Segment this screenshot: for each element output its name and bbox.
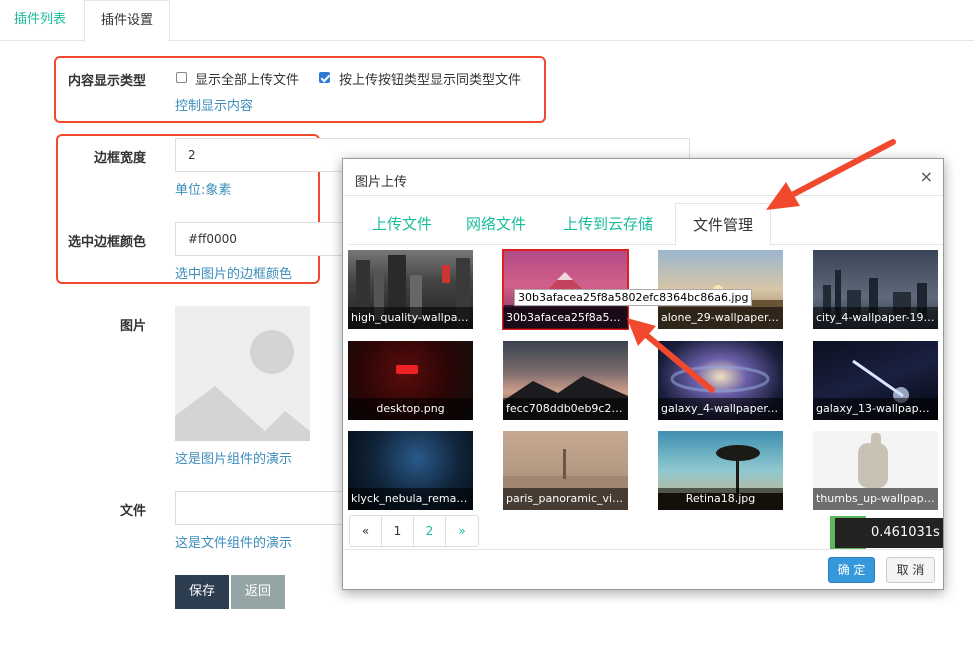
file-thumbnail[interactable]: klyck_nebula_remastered.jpg [348, 431, 473, 510]
border-color-help: 选中图片的边框颜色 [175, 267, 293, 282]
file-name: alone_29-wallpaper-1920x1080.jpg [658, 307, 783, 329]
file-name: Retina18.jpg [658, 488, 783, 510]
close-icon[interactable]: × [920, 167, 933, 186]
file-thumbnail[interactable]: galaxy_13-wallpaper-1920x1080.jpg [813, 341, 938, 420]
file-name-tooltip: 30b3afacea25f8a5802efc8364bc86a6.jpg [514, 289, 753, 306]
back-button[interactable]: 返回 [231, 575, 285, 609]
pagination-page-1[interactable]: 1 [382, 516, 414, 546]
content-type-help: 控制显示内容 [175, 99, 254, 114]
file-name: galaxy_4-wallpaper-1920x1080.jpg [658, 398, 783, 420]
pagination-next[interactable]: » [446, 516, 478, 546]
pagination: « 1 2 » [349, 515, 479, 547]
pagination-prev[interactable]: « [350, 516, 382, 546]
file-thumbnail[interactable]: paris_panoramic_view.jpg [503, 431, 628, 510]
page-trace-timing[interactable]: 0.461031s [835, 518, 943, 548]
image-placeholder-icon [175, 330, 310, 441]
border-color-label: 选中边框颜色 [67, 235, 146, 250]
tab-file-manager[interactable]: 文件管理 [675, 203, 771, 246]
file-name: desktop.png [348, 398, 473, 420]
file-thumbnail[interactable]: fecc708ddb0eb9c2.jpg [503, 341, 628, 420]
tab-cloud-upload[interactable]: 上传到云存储 [555, 203, 661, 245]
tab-plugin-settings[interactable]: 插件设置 [84, 0, 170, 42]
content-type-label: 内容显示类型 [67, 74, 146, 89]
image-placeholder[interactable] [175, 306, 310, 441]
file-name: high_quality-wallpaper [348, 307, 473, 329]
modal-title: 图片上传 [355, 175, 408, 190]
modal-footer-divider [343, 549, 943, 550]
annotation-box-content-type [54, 56, 546, 123]
same-type-checkbox[interactable] [319, 72, 330, 83]
file-name: city_4-wallpaper-1920x1080.jpg [813, 307, 938, 329]
tab-plugin-list[interactable]: 插件列表 [0, 0, 80, 41]
file-name: klyck_nebula_remastered.jpg [348, 488, 473, 510]
tab-upload-file[interactable]: 上传文件 [357, 203, 447, 245]
image-help: 这是图片组件的演示 [175, 452, 293, 467]
border-color-input[interactable]: #ff0000 [175, 222, 345, 256]
file-thumbnail[interactable]: Retina18.jpg [658, 431, 783, 510]
image-upload-modal: 图片上传 × 上传文件 网络文件 上传到云存储 文件管理 high_qualit… [342, 158, 944, 590]
file-name: 30b3afacea25f8a5802efc8364bc86a6.jpg [503, 307, 628, 329]
tab-network-file[interactable]: 网络文件 [451, 203, 541, 245]
file-thumbnail[interactable]: desktop.png [348, 341, 473, 420]
show-all-checkbox[interactable] [176, 72, 187, 83]
same-type-label[interactable]: 按上传按钮类型显示同类型文件 [339, 69, 521, 88]
top-tab-bar: 插件列表 插件设置 [0, 0, 974, 42]
file-thumbnail[interactable]: galaxy_4-wallpaper-1920x1080.jpg [658, 341, 783, 420]
file-name: galaxy_13-wallpaper-1920x1080.jpg [813, 398, 938, 420]
file-name: fecc708ddb0eb9c2.jpg [503, 398, 628, 420]
cancel-button[interactable]: 取 消 [886, 557, 935, 583]
show-all-label[interactable]: 显示全部上传文件 [195, 69, 299, 88]
file-thumbnail[interactable]: city_4-wallpaper-1920x1080.jpg [813, 250, 938, 329]
modal-tab-bar: 上传文件 网络文件 上传到云存储 文件管理 [349, 203, 943, 246]
modal-header-divider [343, 195, 943, 196]
file-name: paris_panoramic_view.jpg [503, 488, 628, 510]
file-name: thumbs_up-wallpaper-1920x1080.jpg [813, 488, 938, 510]
border-width-label: 边框宽度 [93, 151, 146, 166]
file-help: 这是文件组件的演示 [175, 536, 293, 551]
confirm-button[interactable]: 确 定 [828, 557, 875, 583]
file-thumbnail[interactable]: thumbs_up-wallpaper-1920x1080.jpg [813, 431, 938, 510]
save-button[interactable]: 保存 [175, 575, 229, 609]
image-label: 图片 [119, 319, 146, 334]
file-thumbnail[interactable]: high_quality-wallpaper [348, 250, 473, 329]
file-label: 文件 [119, 504, 146, 519]
file-input[interactable] [175, 491, 345, 525]
pagination-page-2[interactable]: 2 [414, 516, 446, 546]
border-width-help: 单位:象素 [175, 183, 232, 198]
